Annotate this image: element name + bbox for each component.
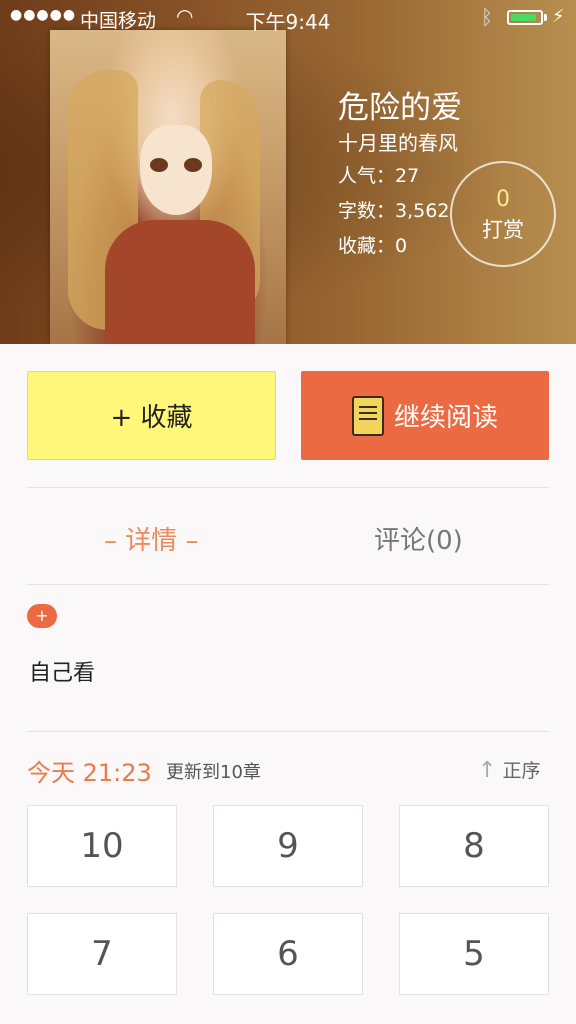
book-title: 危险的爱 — [338, 90, 462, 126]
tip-button[interactable]: 0 打赏 — [450, 161, 556, 267]
chapter-button[interactable]: 7 — [27, 913, 177, 995]
cover-art-dress — [105, 220, 255, 344]
stat-popularity-label: 人气： — [338, 165, 396, 187]
cover-art-eye-right — [184, 158, 202, 172]
arrow-up-icon: ↑ — [478, 758, 497, 783]
update-time: 今天 21:23 — [27, 759, 152, 787]
chapter-button[interactable]: 5 — [399, 913, 549, 995]
sort-order-label: 正序 — [502, 760, 541, 782]
stat-popularity: 人气：27 — [338, 161, 419, 188]
stat-word-count: 字数：3,562 — [338, 196, 449, 223]
battery-icon — [507, 10, 543, 25]
divider — [27, 487, 549, 488]
book-cover-image[interactable] — [50, 30, 286, 344]
stat-popularity-value: 27 — [395, 165, 420, 187]
bluetooth-icon: ᛒ — [481, 5, 493, 29]
battery-tip — [544, 14, 547, 21]
book-description: 自己看 — [29, 661, 96, 686]
continue-reading-label: 继续阅读 — [393, 403, 498, 433]
stat-word-count-label: 字数： — [338, 200, 396, 222]
cover-art-eye-left — [150, 158, 168, 172]
chapter-button[interactable]: 6 — [213, 913, 363, 995]
book-header: ●●●●● 中国移动 ◠ 下午9:44 ᛒ ⚡ 危险的爱 十月里的春风 人气：2… — [0, 0, 576, 344]
stat-word-count-value: 3,562 — [395, 200, 450, 222]
add-favorite-button[interactable]: + 收藏 — [27, 371, 276, 460]
chapter-button[interactable]: 9 — [213, 805, 363, 887]
book-author: 十月里的春风 — [338, 131, 458, 155]
status-bar: ●●●●● 中国移动 ◠ 下午9:44 ᛒ ⚡ — [0, 0, 576, 36]
continue-reading-button[interactable]: 继续阅读 — [301, 371, 549, 460]
book-icon — [351, 395, 384, 436]
expand-badge[interactable]: + — [27, 604, 57, 628]
stat-favorites: 收藏：0 — [338, 231, 407, 258]
sort-order-toggle[interactable]: ↑ 正序 — [478, 756, 540, 783]
stat-favorites-label: 收藏： — [338, 235, 396, 257]
add-favorite-label: + 收藏 — [110, 403, 193, 433]
tab-detail[interactable]: – 详情 – — [104, 520, 199, 557]
chapter-button[interactable]: 10 — [27, 805, 177, 887]
update-status: 更新到10章 — [166, 762, 261, 783]
cover-art-face — [140, 125, 212, 215]
charging-icon: ⚡ — [552, 6, 565, 27]
divider — [27, 584, 549, 585]
tip-label: 打赏 — [482, 218, 524, 242]
stat-favorites-value: 0 — [395, 235, 408, 257]
battery-fill — [511, 14, 536, 21]
tab-comments[interactable]: 评论(0) — [374, 520, 463, 557]
divider — [27, 731, 549, 732]
chapter-button[interactable]: 8 — [399, 805, 549, 887]
tip-count: 0 — [496, 187, 510, 212]
